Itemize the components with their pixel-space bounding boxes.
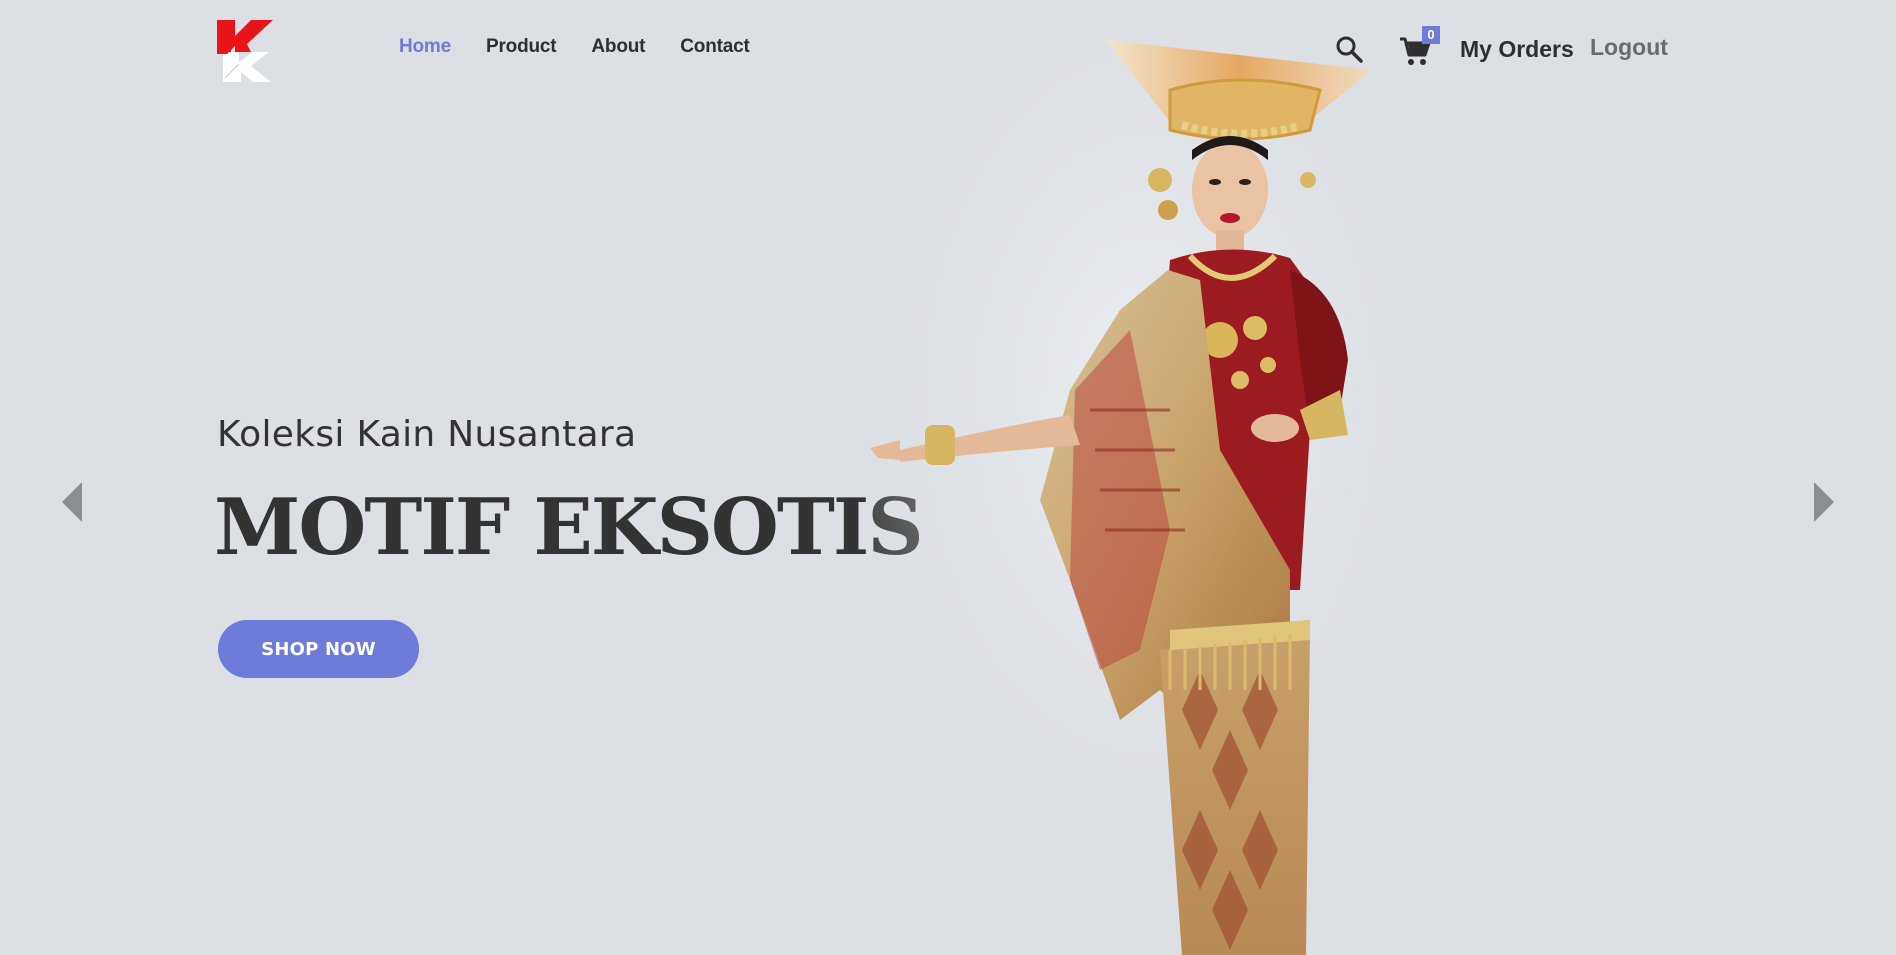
logout-link[interactable]: Logout <box>1590 34 1668 61</box>
caret-right-icon <box>1814 482 1834 522</box>
logo[interactable] <box>217 18 277 84</box>
nav-home[interactable]: Home <box>399 36 451 58</box>
cart-count-badge: 0 <box>1422 26 1440 44</box>
hero-image <box>850 0 1450 955</box>
main-nav: Home Product About Contact <box>399 36 750 58</box>
site-header: Home Product About Contact 0 My Orders L… <box>0 0 1896 100</box>
nav-product[interactable]: Product <box>486 36 557 58</box>
search-button[interactable] <box>1334 34 1364 64</box>
hero-title: MOTIF EKSOTIS <box>214 482 924 573</box>
hero-subtitle: Koleksi Kain Nusantara <box>217 414 637 455</box>
logo-k-icon <box>217 20 273 82</box>
page: Home Product About Contact 0 My Orders L… <box>0 0 1896 955</box>
my-orders-link[interactable]: My Orders <box>1460 36 1574 63</box>
header-actions: 0 My Orders Logout <box>1330 26 1700 68</box>
carousel-next-button[interactable] <box>1812 480 1836 524</box>
nav-about[interactable]: About <box>591 36 645 58</box>
carousel-prev-button[interactable] <box>60 480 84 524</box>
shop-now-button[interactable]: SHOP NOW <box>218 620 419 678</box>
caret-left-icon <box>62 482 82 522</box>
nav-contact[interactable]: Contact <box>680 36 750 58</box>
search-icon <box>1336 36 1363 63</box>
